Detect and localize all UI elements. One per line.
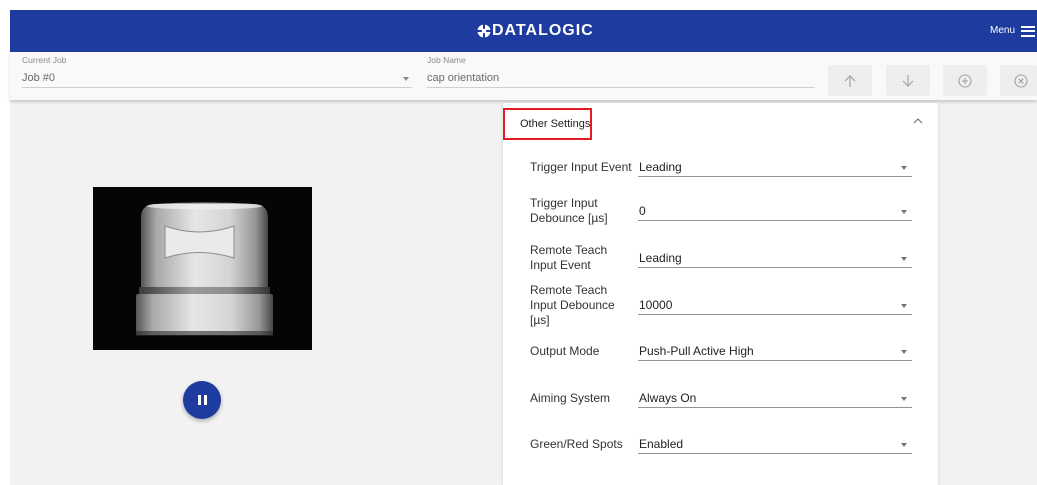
menu-button[interactable]: Menu: [990, 18, 1036, 44]
chevron-up-icon[interactable]: [913, 117, 923, 124]
current-job-label: Current Job: [22, 55, 67, 65]
setting-row-remote-teach-input-event: Remote Teach Input Event Leading: [530, 243, 912, 273]
setting-value: 10000: [639, 298, 673, 312]
add-job-button[interactable]: [943, 65, 987, 96]
setting-row-trigger-input-event: Trigger Input Event Leading: [530, 158, 912, 177]
move-job-up-button[interactable]: [828, 65, 872, 96]
setting-row-remote-teach-input-debounce: Remote Teach Input Debounce [µs] 10000: [530, 283, 912, 328]
hamburger-menu-icon: [1021, 25, 1036, 37]
trigger-input-debounce-select[interactable]: 0: [638, 202, 912, 221]
setting-row-output-mode: Output Mode Push-Pull Active High: [530, 342, 912, 361]
setting-label: Trigger Input Event: [530, 160, 632, 174]
setting-label: Output Mode: [530, 344, 600, 358]
setting-value: Leading: [639, 250, 682, 265]
other-settings-panel: Other Settings Trigger Input Event Leadi…: [503, 103, 938, 485]
datalogic-logo-icon: [477, 24, 491, 38]
job-name-input[interactable]: cap orientation: [427, 69, 815, 88]
camera-preview-image: [93, 187, 312, 350]
close-circle-icon: [1013, 73, 1028, 88]
top-app-bar: DATALOGIC Menu: [10, 10, 1037, 52]
chevron-down-icon: [403, 77, 409, 81]
output-mode-select[interactable]: Push-Pull Active High: [638, 342, 912, 361]
pause-button[interactable]: [183, 381, 221, 419]
job-name-label: Job Name: [427, 55, 466, 65]
chevron-down-icon: [901, 256, 907, 261]
setting-label: Aiming System: [530, 391, 611, 405]
chevron-down-icon: [901, 397, 907, 401]
setting-row-trigger-input-debounce: Trigger Input Debounce [µs] 0: [530, 196, 912, 226]
pause-icon: [197, 395, 207, 405]
chevron-down-icon: [901, 350, 907, 354]
current-job-value: Job #0: [22, 72, 56, 84]
current-job-select[interactable]: Job #0: [22, 69, 412, 88]
setting-label: Green/Red Spots: [530, 437, 623, 451]
setting-row-green-red-spots: Green/Red Spots Enabled: [530, 435, 912, 454]
setting-value: 0: [639, 203, 646, 218]
move-job-down-button[interactable]: [886, 65, 930, 96]
setting-value: Always On: [639, 391, 697, 405]
green-red-spots-select[interactable]: Enabled: [638, 435, 912, 454]
arrow-up-icon: [844, 74, 856, 87]
setting-value: Enabled: [639, 437, 684, 451]
panel-title: Other Settings: [520, 118, 591, 130]
job-toolbar: Current Job Job #0 Job Name cap orientat…: [10, 52, 1037, 100]
setting-value: Push-Pull Active High: [639, 344, 754, 358]
setting-label: Trigger Input Debounce [µs]: [530, 196, 608, 225]
chevron-down-icon: [901, 166, 907, 170]
add-circle-icon: [958, 73, 972, 88]
setting-value: Leading: [639, 160, 682, 174]
setting-label: Remote Teach Input Event: [530, 243, 608, 272]
chevron-down-icon: [901, 443, 907, 447]
menu-label: Menu: [990, 25, 1016, 36]
other-settings-header[interactable]: Other Settings: [503, 103, 938, 145]
job-name-value: cap orientation: [427, 72, 500, 84]
logo-text: DATALOGIC: [492, 22, 594, 39]
chevron-down-icon: [901, 209, 907, 214]
setting-row-aiming-system: Aiming System Always On: [530, 389, 912, 408]
arrow-down-icon: [902, 74, 914, 87]
aiming-system-select[interactable]: Always On: [638, 389, 912, 408]
remote-teach-input-debounce-select[interactable]: 10000: [638, 296, 912, 315]
delete-job-button[interactable]: [1000, 65, 1037, 96]
remote-teach-input-event-select[interactable]: Leading: [638, 249, 912, 268]
brand-logo: DATALOGIC: [477, 10, 594, 52]
chevron-down-icon: [901, 304, 907, 308]
trigger-input-event-select[interactable]: Leading: [638, 158, 912, 177]
setting-label: Remote Teach Input Debounce [µs]: [530, 283, 615, 327]
